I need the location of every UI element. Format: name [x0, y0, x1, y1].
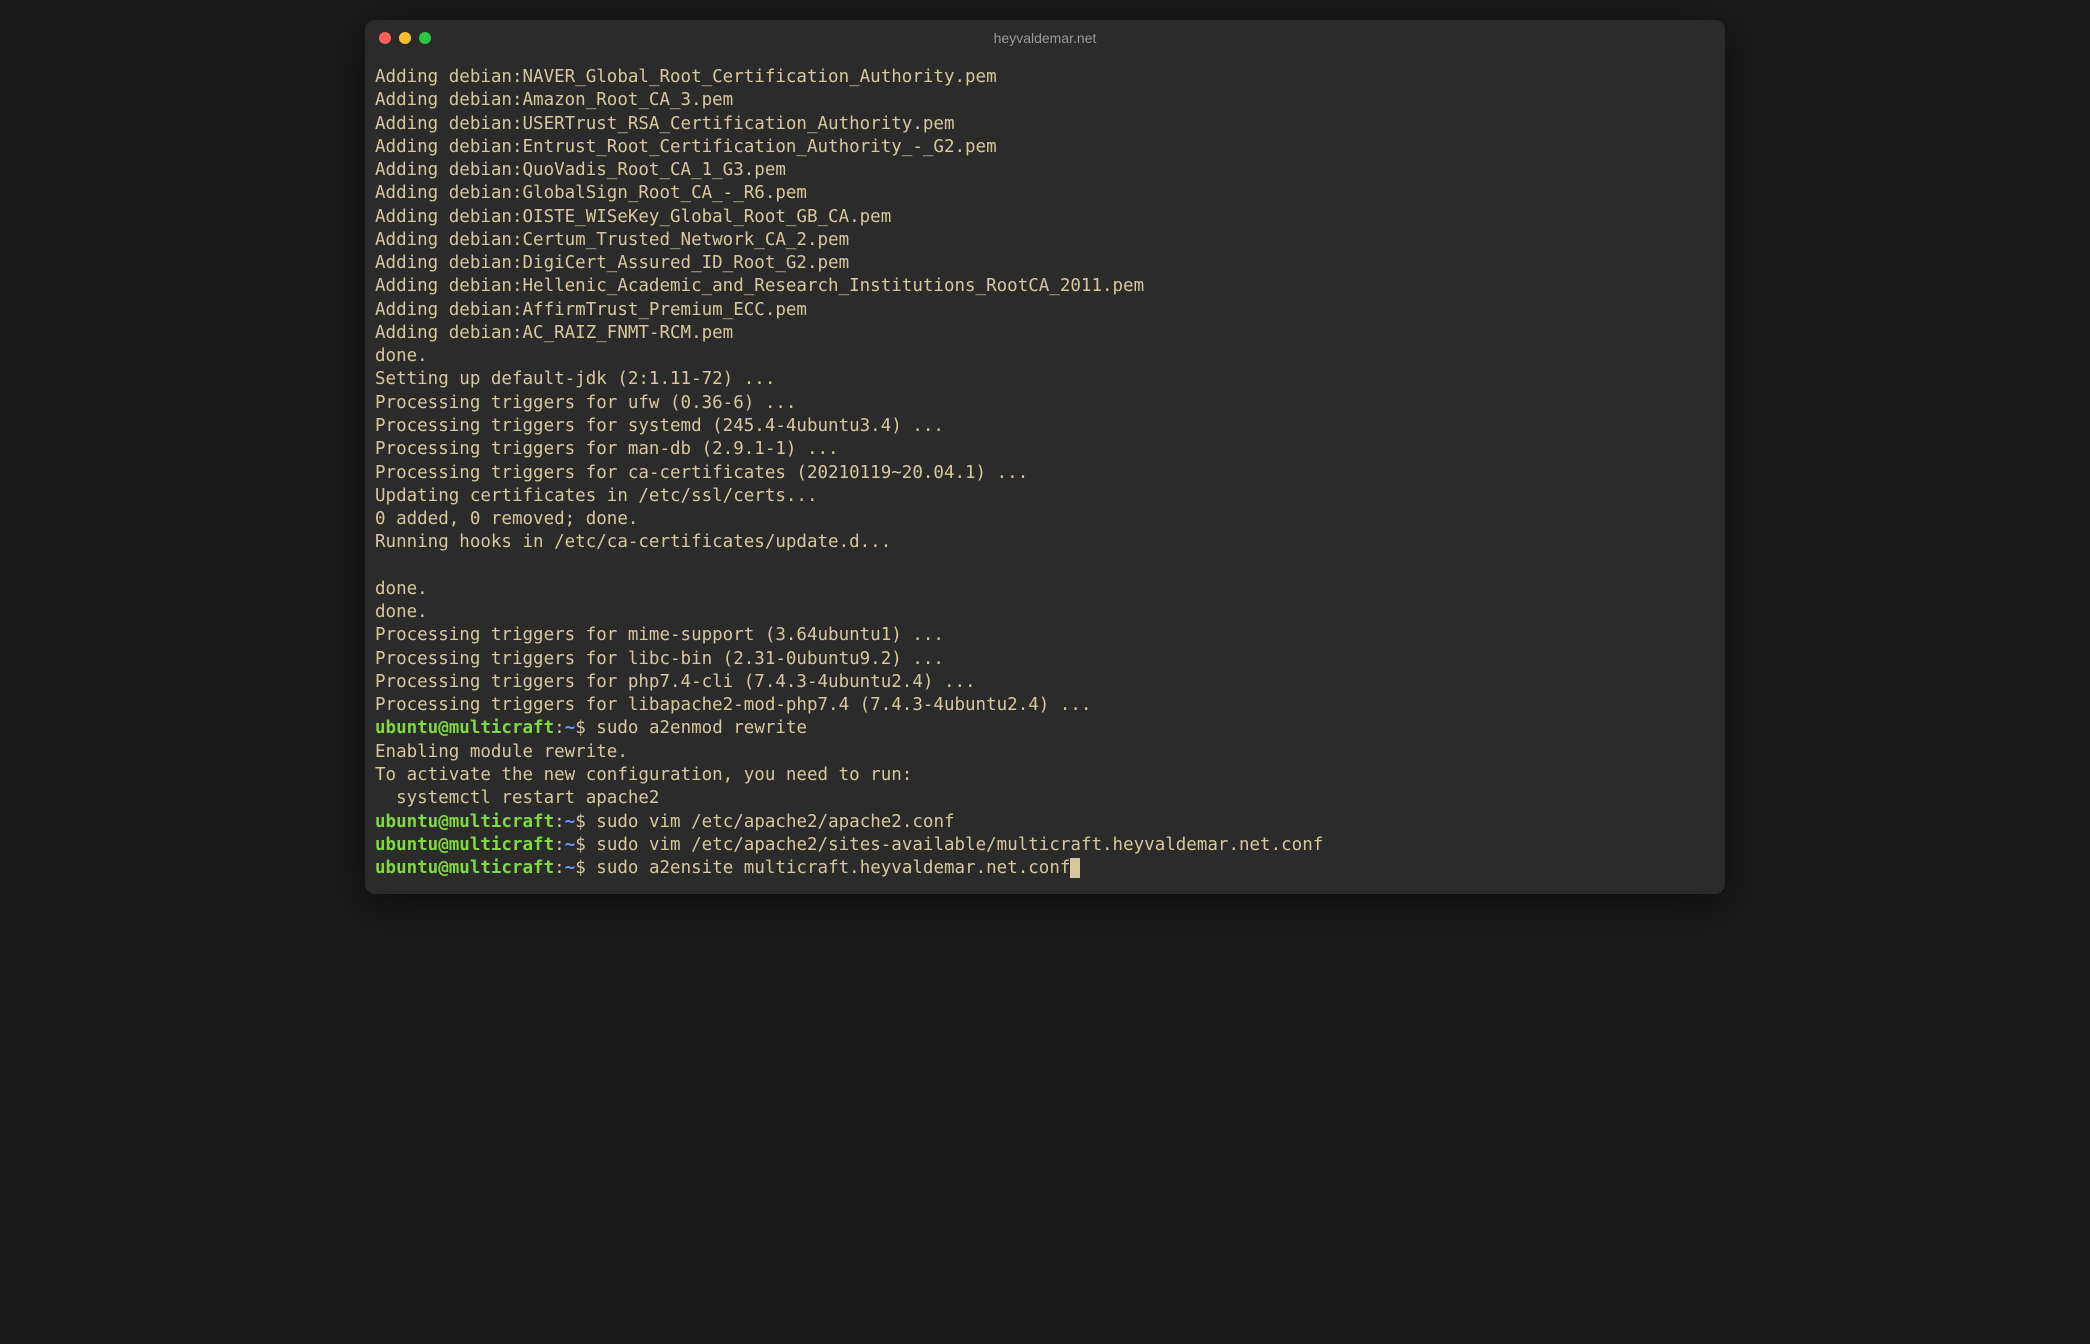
prompt-path: ~	[565, 812, 576, 832]
terminal-output-line: Adding debian:Entrust_Root_Certification…	[375, 136, 1715, 159]
prompt-line[interactable]: ubuntu@multicraft:~$ sudo vim /etc/apach…	[375, 834, 1715, 857]
prompt-line[interactable]: ubuntu@multicraft:~$ sudo a2enmod rewrit…	[375, 717, 1715, 740]
terminal-body[interactable]: Adding debian:NAVER_Global_Root_Certific…	[365, 56, 1725, 894]
terminal-output-line: Adding debian:QuoVadis_Root_CA_1_G3.pem	[375, 159, 1715, 182]
prompt-path: ~	[565, 858, 576, 878]
terminal-output-line: Running hooks in /etc/ca-certificates/up…	[375, 531, 1715, 554]
prompt-path: ~	[565, 835, 576, 855]
prompt-separator: :	[554, 858, 565, 878]
prompt-dollar: $	[575, 858, 596, 878]
terminal-output-line: Adding debian:NAVER_Global_Root_Certific…	[375, 66, 1715, 89]
prompt-user-host: ubuntu@multicraft	[375, 812, 554, 832]
terminal-output-line: Processing triggers for mime-support (3.…	[375, 624, 1715, 647]
command-text: sudo a2ensite multicraft.heyvaldemar.net…	[596, 858, 1070, 878]
minimize-button[interactable]	[399, 32, 411, 44]
prompt-user-host: ubuntu@multicraft	[375, 835, 554, 855]
terminal-output-line: done.	[375, 578, 1715, 601]
prompt-path: ~	[565, 718, 576, 738]
terminal-output-line: done.	[375, 601, 1715, 624]
terminal-output-line: Setting up default-jdk (2:1.11-72) ...	[375, 368, 1715, 391]
terminal-output-line: done.	[375, 345, 1715, 368]
prompt-separator: :	[554, 718, 565, 738]
prompt-user-host: ubuntu@multicraft	[375, 718, 554, 738]
traffic-lights	[379, 32, 431, 44]
close-button[interactable]	[379, 32, 391, 44]
cursor	[1070, 858, 1080, 878]
terminal-output-line: Processing triggers for ca-certificates …	[375, 462, 1715, 485]
terminal-output-line: To activate the new configuration, you n…	[375, 764, 1715, 787]
terminal-output-line: Adding debian:DigiCert_Assured_ID_Root_G…	[375, 252, 1715, 275]
terminal-output-line: Updating certificates in /etc/ssl/certs.…	[375, 485, 1715, 508]
terminal-output-line: Processing triggers for ufw (0.36-6) ...	[375, 392, 1715, 415]
terminal-output-line: Processing triggers for libapache2-mod-p…	[375, 694, 1715, 717]
terminal-output-line: 0 added, 0 removed; done.	[375, 508, 1715, 531]
command-text: sudo vim /etc/apache2/sites-available/mu…	[596, 835, 1323, 855]
prompt-dollar: $	[575, 718, 596, 738]
terminal-output-line: Adding debian:Amazon_Root_CA_3.pem	[375, 89, 1715, 112]
prompt-dollar: $	[575, 812, 596, 832]
terminal-output-line: systemctl restart apache2	[375, 787, 1715, 810]
terminal-output-line: Processing triggers for man-db (2.9.1-1)…	[375, 438, 1715, 461]
terminal-output-line: Adding debian:Certum_Trusted_Network_CA_…	[375, 229, 1715, 252]
terminal-output-line: Adding debian:AffirmTrust_Premium_ECC.pe…	[375, 299, 1715, 322]
terminal-output-line	[375, 555, 1715, 578]
terminal-output-line: Processing triggers for libc-bin (2.31-0…	[375, 648, 1715, 671]
terminal-output-line: Adding debian:USERTrust_RSA_Certificatio…	[375, 113, 1715, 136]
prompt-separator: :	[554, 835, 565, 855]
terminal-output-line: Processing triggers for systemd (245.4-4…	[375, 415, 1715, 438]
prompt-line[interactable]: ubuntu@multicraft:~$ sudo a2ensite multi…	[375, 857, 1715, 880]
terminal-output-line: Adding debian:AC_RAIZ_FNMT-RCM.pem	[375, 322, 1715, 345]
command-text: sudo a2enmod rewrite	[596, 718, 807, 738]
maximize-button[interactable]	[419, 32, 431, 44]
prompt-separator: :	[554, 812, 565, 832]
terminal-window: heyvaldemar.net Adding debian:NAVER_Glob…	[365, 20, 1725, 894]
terminal-output-line: Adding debian:OISTE_WISeKey_Global_Root_…	[375, 206, 1715, 229]
titlebar: heyvaldemar.net	[365, 20, 1725, 56]
command-text: sudo vim /etc/apache2/apache2.conf	[596, 812, 954, 832]
prompt-dollar: $	[575, 835, 596, 855]
terminal-output-line: Adding debian:GlobalSign_Root_CA_-_R6.pe…	[375, 182, 1715, 205]
prompt-line[interactable]: ubuntu@multicraft:~$ sudo vim /etc/apach…	[375, 811, 1715, 834]
terminal-output-line: Enabling module rewrite.	[375, 741, 1715, 764]
prompt-user-host: ubuntu@multicraft	[375, 858, 554, 878]
terminal-output-line: Adding debian:Hellenic_Academic_and_Rese…	[375, 275, 1715, 298]
window-title: heyvaldemar.net	[994, 30, 1097, 46]
terminal-output-line: Processing triggers for php7.4-cli (7.4.…	[375, 671, 1715, 694]
